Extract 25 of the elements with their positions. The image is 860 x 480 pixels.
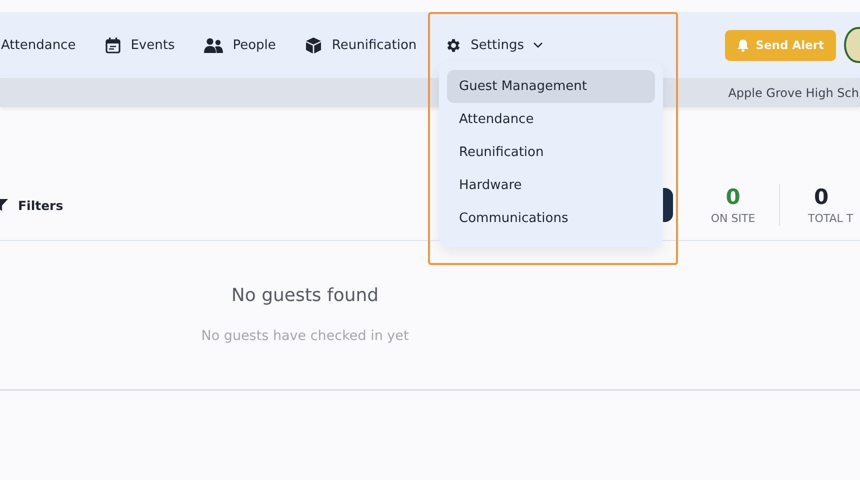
nav-link[interactable]: Events bbox=[104, 36, 175, 54]
menu-item[interactable]: Hardware bbox=[447, 169, 655, 202]
bell-icon bbox=[736, 38, 749, 52]
stat-value: 0 bbox=[726, 185, 740, 209]
empty-message: No guests have checked in yet bbox=[201, 328, 409, 344]
menu-item[interactable]: Reunification bbox=[447, 136, 655, 169]
nav-link[interactable]: Reunification bbox=[304, 36, 417, 54]
calendar-icon bbox=[104, 36, 121, 54]
cube-icon bbox=[304, 36, 322, 54]
school-name: Apple Grove High Sch bbox=[728, 86, 859, 100]
settings-menu-button[interactable]: Settings bbox=[444, 36, 543, 54]
filters-button[interactable]: Filters bbox=[0, 198, 64, 212]
nav-link[interactable]: Attendance bbox=[1, 38, 76, 52]
stat-value: 0 bbox=[814, 185, 829, 209]
people-icon bbox=[204, 38, 223, 52]
menu-item[interactable]: Guest Management bbox=[447, 70, 655, 103]
empty-title: No guests found bbox=[231, 285, 379, 306]
menu-item[interactable]: Communications bbox=[447, 202, 655, 235]
nav-link[interactable]: People bbox=[204, 38, 276, 52]
stat-label: TOTAL T bbox=[808, 212, 854, 225]
funnel-icon bbox=[0, 199, 8, 211]
stat-label: ON SITE bbox=[710, 212, 756, 225]
chevron-icon bbox=[533, 42, 543, 48]
menu-item[interactable]: Attendance bbox=[447, 103, 655, 136]
settings-icon bbox=[444, 36, 462, 54]
